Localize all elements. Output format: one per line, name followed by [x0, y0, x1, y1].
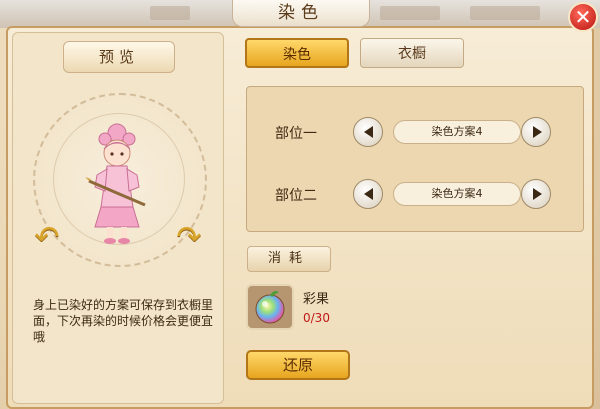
dye-window-stage: 染色 ✕ 预览 ↶ ↷ 身上已染好的方案可保存到衣橱里面，下次再染的时候价格会更…	[0, 0, 600, 409]
item-count: 0/30	[303, 311, 330, 325]
rotate-left-button[interactable]: ↶	[31, 223, 63, 253]
preview-description: 身上已染好的方案可保存到衣橱里面，下次再染的时候价格会更便宜哦	[33, 298, 214, 344]
part-one-next-button[interactable]	[521, 117, 551, 147]
part-one-scheme: 染色方案4	[393, 120, 521, 144]
triangle-right-icon	[533, 126, 542, 138]
cost-title: 消耗	[247, 246, 331, 272]
scenery-decoration	[380, 6, 440, 20]
triangle-right-icon	[533, 188, 542, 200]
rotate-right-button[interactable]: ↷	[173, 223, 205, 253]
parts-panel: 部位一 染色方案4 部位二 染色方案4	[246, 86, 584, 232]
scenery-decoration	[470, 6, 540, 20]
rainbow-fruit-icon	[255, 291, 285, 324]
scenery-decoration	[150, 6, 190, 20]
item-slot[interactable]	[246, 284, 294, 330]
part-two-scheme: 染色方案4	[393, 182, 521, 206]
part-two-next-button[interactable]	[521, 179, 551, 209]
close-icon: ✕	[574, 5, 592, 29]
rotate-left-icon: ↶	[34, 220, 60, 255]
tab-dye[interactable]: 染色	[245, 38, 349, 68]
part-one-prev-button[interactable]	[353, 117, 383, 147]
restore-button[interactable]: 还原	[246, 350, 350, 380]
tab-wardrobe[interactable]: 衣橱	[360, 38, 464, 68]
part-two-label: 部位二	[275, 188, 317, 204]
character-preview	[85, 123, 146, 244]
rotate-right-icon: ↷	[176, 220, 202, 255]
part-two-prev-button[interactable]	[353, 179, 383, 209]
preview-title: 预览	[63, 41, 175, 73]
triangle-left-icon	[364, 188, 373, 200]
preview-panel: 预览 ↶ ↷ 身上已染好的方案可保存到衣橱里面，下次再染的时候价格会更便宜哦	[12, 32, 224, 404]
item-name: 彩果	[303, 292, 330, 307]
triangle-left-icon	[364, 126, 373, 138]
part-one-label: 部位一	[275, 126, 317, 142]
close-button[interactable]: ✕	[568, 2, 598, 32]
window-title: 染色	[232, 0, 370, 27]
